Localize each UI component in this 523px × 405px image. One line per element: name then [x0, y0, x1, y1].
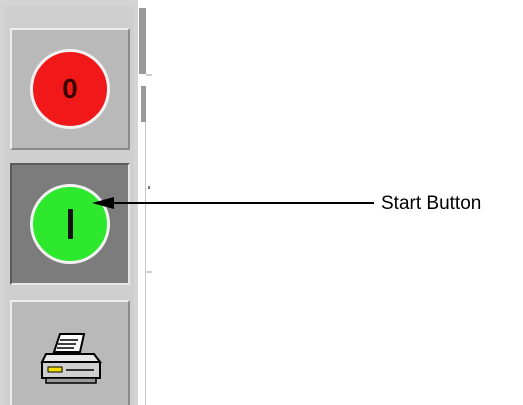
- stop-button[interactable]: 0: [10, 28, 130, 150]
- divider: [146, 74, 152, 76]
- start-button[interactable]: [10, 163, 130, 285]
- start-button-bar: [67, 209, 73, 239]
- edge-block: [141, 86, 146, 122]
- print-button[interactable]: [10, 300, 130, 405]
- start-icon: [30, 184, 110, 264]
- screen: 0 Start Button: [0, 0, 523, 405]
- divider: [148, 186, 150, 189]
- divider: [145, 122, 146, 405]
- callout-label: Start Button: [381, 193, 482, 214]
- divider: [146, 271, 152, 273]
- edge-block: [139, 8, 146, 74]
- stop-button-label: 0: [62, 73, 78, 104]
- printer-icon: [40, 333, 102, 384]
- stop-icon: 0: [30, 49, 110, 129]
